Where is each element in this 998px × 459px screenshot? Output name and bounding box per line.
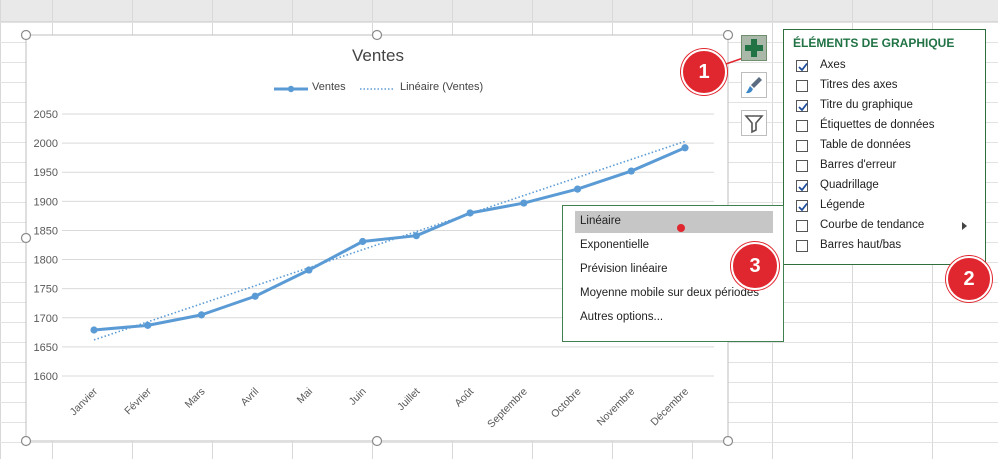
checkbox-checked[interactable]	[796, 60, 808, 72]
trendline-option[interactable]: Linéaire	[575, 211, 773, 233]
data-point[interactable]	[90, 326, 98, 334]
chart-element-label: Courbe de tendance	[820, 219, 925, 231]
checkbox-checked[interactable]	[796, 200, 808, 212]
trendline-option-label: Exponentielle	[580, 239, 650, 251]
chart-element-option[interactable]: Barres d'erreur	[796, 158, 976, 176]
legend-trend-label: Linéaire (Ventes)	[400, 81, 484, 93]
chart-element-label: Barres haut/bas	[820, 239, 902, 251]
callout-marker-1: 1	[681, 49, 727, 95]
chart-filters-button[interactable]	[741, 110, 767, 136]
resize-handle[interactable]	[722, 435, 734, 447]
data-point[interactable]	[681, 144, 689, 152]
chart-element-option[interactable]: Étiquettes de données	[796, 118, 976, 136]
checkmark-icon	[798, 62, 808, 72]
selection-dot-icon	[677, 224, 685, 232]
checkbox[interactable]	[796, 160, 808, 172]
trendline-option-label: Autres options...	[580, 311, 664, 323]
chart-elements-button[interactable]	[741, 35, 767, 61]
chart-element-label: Étiquettes de données	[820, 119, 935, 131]
y-tick-label: 1750	[34, 284, 58, 296]
resize-handle[interactable]	[371, 29, 383, 41]
panel-title: ÉLÉMENTS DE GRAPHIQUE	[793, 36, 955, 50]
y-tick-label: 1600	[34, 371, 58, 383]
legend-series-label: Ventes	[312, 81, 346, 93]
chart-element-label: Titres des axes	[820, 79, 898, 91]
y-tick-label: 1900	[34, 196, 58, 208]
legend-trend-marker	[360, 88, 394, 90]
legend-series-marker	[274, 85, 308, 93]
chart-element-option[interactable]: Titres des axes	[796, 78, 976, 96]
checkmark-icon	[798, 102, 808, 112]
data-point[interactable]	[144, 321, 152, 329]
data-point[interactable]	[573, 185, 582, 193]
y-tick-label: 1800	[34, 255, 58, 267]
checkmark-icon	[798, 182, 808, 192]
chart-element-option[interactable]: Courbe de tendance	[796, 218, 976, 236]
checkbox-checked[interactable]	[796, 100, 808, 112]
filter-icon	[744, 115, 764, 134]
data-point[interactable]	[305, 266, 313, 274]
checkbox[interactable]	[796, 80, 808, 92]
chart-legend[interactable]: Ventes Linéaire (Ventes)	[272, 79, 492, 97]
data-point[interactable]	[412, 232, 420, 240]
y-tick-label: 2000	[34, 138, 58, 150]
resize-handle[interactable]	[20, 232, 32, 244]
chart-element-label: Légende	[820, 199, 865, 211]
plus-icon	[745, 39, 763, 57]
data-point[interactable]	[627, 167, 635, 175]
data-point[interactable]	[520, 199, 528, 207]
trendline-option[interactable]: Autres options...	[575, 307, 773, 329]
y-tick-label: 1850	[34, 225, 58, 237]
checkbox[interactable]	[796, 120, 808, 132]
checkbox[interactable]	[796, 240, 808, 252]
checkbox[interactable]	[796, 140, 808, 152]
trendline-option-label: Linéaire	[580, 215, 621, 227]
chart-element-option[interactable]: Barres haut/bas	[796, 238, 976, 256]
chart-element-label: Quadrillage	[820, 179, 879, 191]
resize-handle[interactable]	[722, 29, 734, 41]
checkmark-icon	[798, 202, 808, 212]
y-tick-label: 2050	[34, 109, 58, 121]
chart-elements-panel: ÉLÉMENTS DE GRAPHIQUE Axes Titres des axe…	[783, 29, 986, 265]
checkbox[interactable]	[796, 220, 808, 232]
data-point[interactable]	[251, 292, 259, 300]
chart-element-option[interactable]: Quadrillage	[796, 178, 976, 196]
data-point[interactable]	[466, 209, 474, 217]
chart-title[interactable]: Ventes	[352, 46, 404, 66]
resize-handle[interactable]	[20, 435, 32, 447]
chart-element-option[interactable]: Axes	[796, 58, 976, 76]
data-point[interactable]	[197, 311, 206, 319]
y-tick-label: 1950	[34, 167, 58, 179]
trendline-option-label: Prévision linéaire	[580, 263, 668, 275]
trendline-option-label: Moyenne mobile sur deux périodes	[580, 287, 759, 299]
chart-element-option[interactable]: Table de données	[796, 138, 976, 156]
data-point[interactable]	[359, 237, 367, 246]
checkbox-checked[interactable]	[796, 180, 808, 192]
chart-styles-button[interactable]	[741, 72, 767, 98]
y-tick-label: 1700	[34, 313, 58, 325]
chart-element-label: Table de données	[820, 139, 911, 151]
y-tick-label: 1650	[34, 342, 58, 354]
chart-element-label: Titre du graphique	[820, 99, 913, 111]
resize-handle[interactable]	[20, 29, 32, 41]
callout-marker-3: 3	[731, 242, 779, 290]
chart-element-option[interactable]: Légende	[796, 198, 976, 216]
brush-icon	[746, 77, 762, 94]
chart-element-label: Barres d'erreur	[820, 159, 897, 171]
resize-handle[interactable]	[371, 435, 383, 447]
chart-element-option[interactable]: Titre du graphique	[796, 98, 976, 116]
chart-element-label: Axes	[820, 59, 846, 71]
submenu-arrow-icon[interactable]	[962, 222, 967, 230]
callout-marker-2: 2	[946, 256, 992, 302]
spreadsheet: CDEFGHIJKLMNO 16001650170017501800185019…	[0, 0, 998, 459]
